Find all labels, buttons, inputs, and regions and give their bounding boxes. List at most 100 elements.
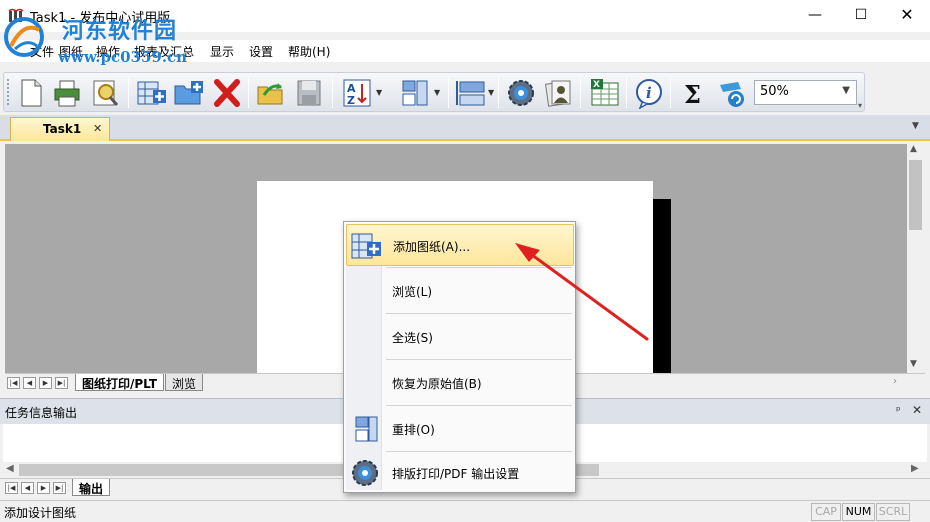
- menu-item-restore-original[interactable]: 恢复为原始值(B): [346, 362, 574, 404]
- menu-item-label: 排版打印/PDF 输出设置: [392, 467, 520, 481]
- menu-item-print-pdf-settings[interactable]: 排版打印/PDF 输出设置: [346, 452, 574, 494]
- scroll-thumb[interactable]: [909, 160, 922, 230]
- sum-icon[interactable]: Σ: [676, 77, 710, 109]
- toolbar-separator: [128, 78, 129, 108]
- close-window-button[interactable]: ✕: [884, 0, 930, 30]
- print-icon[interactable]: [50, 77, 84, 109]
- tab-task1[interactable]: Task1 ✕: [10, 117, 110, 141]
- menu-item-label: 重排(O): [392, 423, 435, 437]
- layout-icon[interactable]: [454, 77, 488, 109]
- toolbar-separator: [580, 78, 581, 108]
- menu-file[interactable]: 文件: [30, 43, 54, 60]
- menu-bar: 文件 图纸 操作 报表及汇总 显示 设置 帮助(H): [0, 40, 930, 62]
- menu-separator: [386, 359, 572, 360]
- menu-item-select-all[interactable]: 全选(S): [346, 316, 574, 358]
- toolbar-overflow-icon[interactable]: ▾: [858, 101, 862, 110]
- add-sheet-icon[interactable]: [134, 77, 168, 109]
- toolbar-separator: [248, 78, 249, 108]
- last-tab-icon[interactable]: ▶|: [53, 482, 66, 494]
- menu-item-browse[interactable]: 浏览(L): [346, 270, 574, 312]
- svg-text:Z: Z: [347, 94, 355, 107]
- menu-item-label: 添加图纸(A)...: [393, 240, 471, 254]
- prev-sheet-icon[interactable]: ◀: [23, 377, 36, 389]
- menu-operation[interactable]: 操作: [96, 43, 120, 60]
- scroll-up-icon[interactable]: ▲: [910, 144, 917, 154]
- panel-close-icon[interactable]: ✕: [912, 403, 922, 417]
- scroll-left-icon[interactable]: ◀: [6, 463, 14, 474]
- status-bar: 添加设计图纸 CAP NUM SCRL: [0, 500, 930, 522]
- menu-item-label: 恢复为原始值(B): [392, 377, 482, 391]
- tab-label: Task1: [43, 122, 82, 136]
- menu-separator: [386, 405, 572, 406]
- sort-az-icon[interactable]: AZ: [340, 77, 374, 109]
- zoom-select[interactable]: 50% ▼: [754, 80, 857, 105]
- context-menu: 添加图纸(A)... 浏览(L) 全选(S) 恢复为原始值(B) 重排(O) 排…: [343, 221, 576, 493]
- toolbar-separator: [332, 78, 333, 108]
- new-file-icon[interactable]: [14, 77, 48, 109]
- scroll-right-icon[interactable]: ›: [893, 376, 897, 387]
- menu-separator: [386, 267, 572, 268]
- zoom-value: 50%: [760, 84, 789, 99]
- toolbar-separator: [626, 78, 627, 108]
- paper-shadow: [653, 199, 671, 373]
- tab-output[interactable]: 输出: [72, 479, 111, 496]
- prev-tab-icon[interactable]: ◀: [21, 482, 34, 494]
- window-title: Task1 - 发布中心试用版: [30, 11, 171, 26]
- menu-display[interactable]: 显示: [210, 43, 234, 60]
- toolbar-separator: [448, 78, 449, 108]
- toolbar-separator: [670, 78, 671, 108]
- menu-help[interactable]: 帮助(H): [288, 43, 330, 60]
- caps-lock-indicator: CAP: [811, 503, 841, 521]
- minimize-button[interactable]: —: [792, 0, 838, 30]
- status-text: 添加设计图纸: [4, 506, 77, 520]
- user-icon[interactable]: [542, 77, 576, 109]
- toolbar-grip[interactable]: [7, 79, 10, 105]
- menu-settings[interactable]: 设置: [249, 43, 273, 60]
- save-icon[interactable]: [292, 77, 326, 109]
- delete-icon[interactable]: [210, 77, 244, 109]
- first-sheet-icon[interactable]: |◀: [7, 377, 20, 389]
- arrange-dropdown-arrow[interactable]: ▼: [434, 88, 440, 97]
- add-folder-icon[interactable]: [172, 77, 206, 109]
- tab-list-dropdown-icon[interactable]: ▼: [912, 121, 919, 131]
- arrange-icon: [355, 416, 378, 442]
- scroll-right-icon[interactable]: ▶: [911, 463, 919, 474]
- vertical-scrollbar[interactable]: ▲ ▼: [907, 144, 924, 373]
- menu-sheet[interactable]: 图纸: [59, 43, 83, 60]
- sheet-tab-browse[interactable]: 浏览: [165, 374, 204, 391]
- title-bar: Task1 - 发布中心试用版 — ☐ ✕: [0, 0, 930, 32]
- menu-item-label: 全选(S): [392, 331, 433, 345]
- next-tab-icon[interactable]: ▶: [37, 482, 50, 494]
- preview-icon[interactable]: [88, 77, 122, 109]
- excel-icon[interactable]: X: [588, 77, 622, 109]
- first-tab-icon[interactable]: |◀: [5, 482, 18, 494]
- next-sheet-icon[interactable]: ▶: [39, 377, 52, 389]
- open-icon[interactable]: [254, 77, 288, 109]
- menu-item-label: 浏览(L): [392, 285, 433, 299]
- maximize-button[interactable]: ☐: [838, 0, 884, 30]
- toolbar: AZ ▼ ▼ ▼ X i Σ 50% ▼ ▾: [3, 72, 865, 112]
- output-panel-title: 任务信息输出: [5, 406, 78, 420]
- refresh-icon[interactable]: [714, 77, 748, 109]
- svg-text:X: X: [593, 80, 600, 90]
- pin-icon[interactable]: ᵖ: [896, 404, 901, 417]
- info-icon[interactable]: i: [632, 77, 666, 110]
- menu-item-rearrange[interactable]: 重排(O): [346, 408, 574, 450]
- scroll-down-icon[interactable]: ▼: [910, 359, 917, 369]
- arrange-icon[interactable]: [398, 77, 432, 109]
- num-lock-indicator: NUM: [842, 503, 875, 521]
- toolbar-separator: [498, 78, 499, 108]
- sheet-tab-print-plt[interactable]: 图纸打印/PLT: [75, 374, 165, 391]
- chevron-down-icon: ▼: [842, 85, 850, 96]
- layout-dropdown-arrow[interactable]: ▼: [488, 88, 494, 97]
- tab-close-icon[interactable]: ✕: [93, 122, 102, 135]
- add-sheet-icon: [351, 233, 381, 259]
- menu-item-add-sheet[interactable]: 添加图纸(A)...: [346, 224, 574, 266]
- settings-gear-icon[interactable]: [504, 77, 538, 109]
- sort-dropdown-arrow[interactable]: ▼: [376, 88, 382, 97]
- settings-gear-icon: [352, 460, 378, 486]
- menu-report[interactable]: 报表及汇总: [134, 43, 194, 60]
- last-sheet-icon[interactable]: ▶|: [55, 377, 68, 389]
- scroll-lock-indicator: SCRL: [876, 503, 910, 521]
- svg-text:Σ: Σ: [684, 80, 701, 109]
